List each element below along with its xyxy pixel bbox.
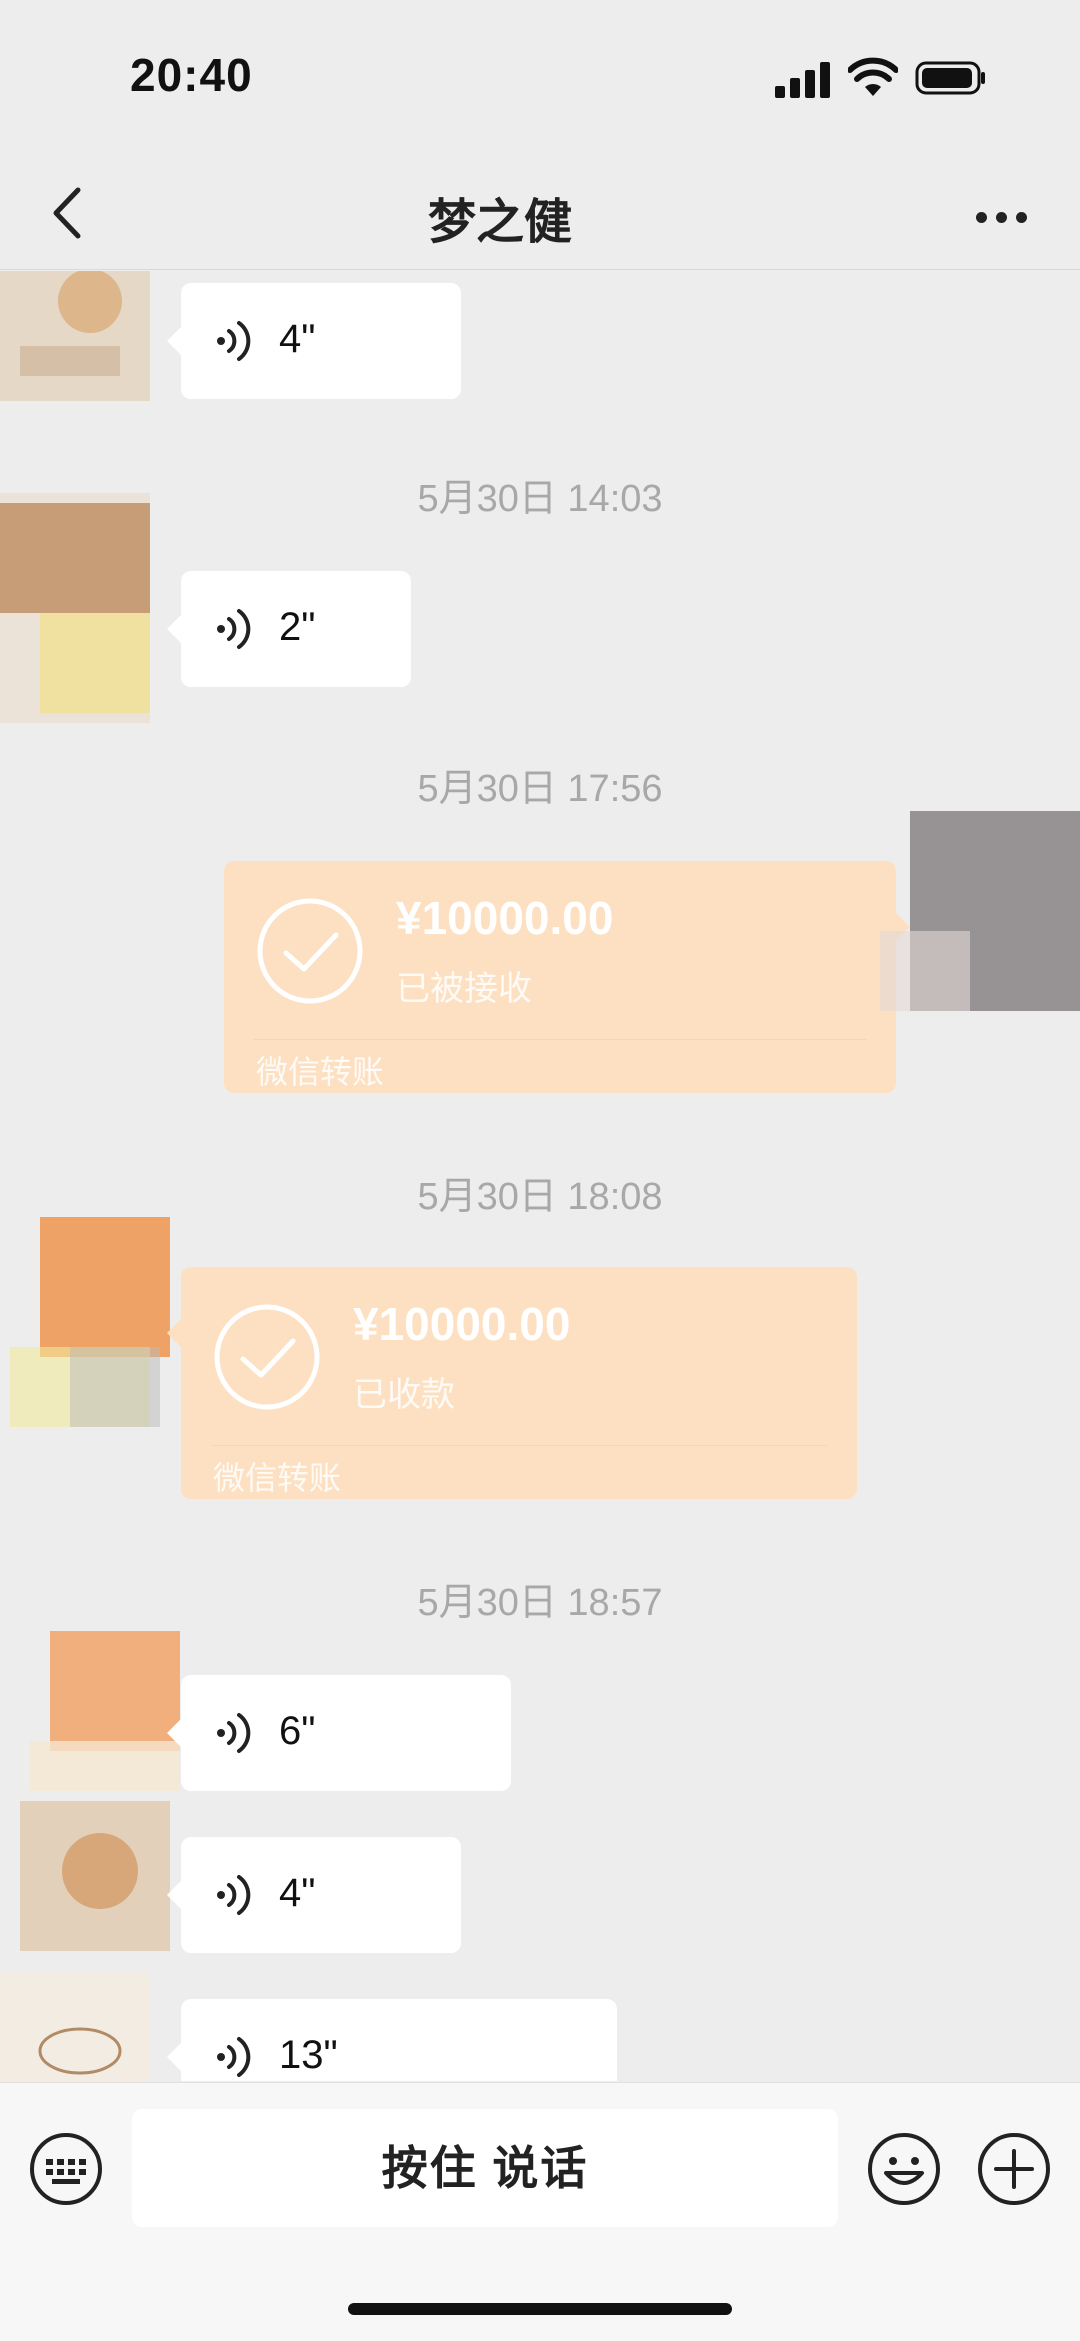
status-bar: 20:40	[0, 0, 1080, 160]
battery-icon	[915, 61, 985, 95]
voice-message[interactable]: 4"	[167, 1837, 461, 1953]
voice-wave-icon	[217, 321, 251, 361]
transfer-divider	[254, 1039, 866, 1040]
transfer-divider	[211, 1445, 827, 1446]
contact-avatar[interactable]	[30, 1621, 180, 1791]
voice-duration: 13"	[279, 2033, 338, 2077]
more-options-icon[interactable]	[962, 182, 1042, 252]
transfer-amount: ¥10000.00	[396, 892, 614, 944]
wifi-icon	[848, 57, 898, 96]
voice-wave-icon	[217, 2037, 251, 2077]
voice-duration: 4"	[279, 1871, 316, 1915]
message-timestamp: 5月30日 18:08	[417, 1176, 663, 1218]
home-indicator[interactable]	[348, 2303, 732, 2315]
voice-message[interactable]: 13"	[167, 1999, 617, 2081]
transfer-message[interactable]: ¥10000.00 已被接收 微信转账	[224, 861, 910, 1093]
message-timestamp: 5月30日 18:57	[417, 1582, 663, 1624]
voice-message[interactable]: 4"	[167, 283, 461, 399]
contact-avatar[interactable]	[20, 1801, 170, 1951]
contact-avatar[interactable]	[0, 493, 150, 723]
my-avatar[interactable]	[880, 791, 1080, 1031]
contact-avatar[interactable]	[0, 271, 150, 401]
keyboard-icon[interactable]	[28, 2131, 104, 2207]
check-circle-icon	[214, 1304, 320, 1410]
nav-bar: 梦之健	[0, 160, 1080, 270]
voice-duration: 2"	[279, 605, 316, 649]
hold-to-talk-button[interactable]: 按住 说话	[132, 2109, 838, 2227]
transfer-message[interactable]: ¥10000.00 已收款 微信转账	[167, 1267, 857, 1499]
voice-message[interactable]: 6"	[167, 1675, 511, 1791]
emoji-icon[interactable]	[866, 2131, 942, 2207]
message-timestamp: 5月30日 14:03	[417, 478, 663, 520]
contact-avatar[interactable]	[0, 1971, 150, 2081]
chat-title: 梦之健	[427, 196, 572, 249]
voice-wave-icon	[217, 1875, 251, 1915]
transfer-source: 微信转账	[213, 1460, 342, 1496]
voice-wave-icon	[217, 1713, 251, 1753]
voice-wave-icon	[217, 609, 251, 649]
plus-circle-icon[interactable]	[976, 2131, 1052, 2207]
chat-screen: 20:40 梦之健 4" 5月30日 14:03 2" 5月30日 17:56 …	[0, 0, 1080, 2341]
status-time: 20:40	[130, 49, 253, 101]
voice-message[interactable]: 2"	[167, 571, 411, 687]
input-bar: 按住 说话	[0, 2082, 1080, 2341]
transfer-status: 已被接收	[396, 970, 532, 1008]
contact-avatar[interactable]	[10, 1217, 170, 1437]
transfer-status: 已收款	[353, 1376, 455, 1414]
cellular-signal-icon	[775, 62, 831, 98]
message-list[interactable]: 4" 5月30日 14:03 2" 5月30日 17:56 ¥10000.00 …	[0, 271, 1080, 2081]
transfer-amount: ¥10000.00	[353, 1298, 571, 1350]
voice-duration: 4"	[279, 317, 316, 361]
check-circle-icon	[257, 898, 363, 1004]
voice-duration: 6"	[279, 1709, 316, 1753]
transfer-source: 微信转账	[256, 1054, 385, 1090]
